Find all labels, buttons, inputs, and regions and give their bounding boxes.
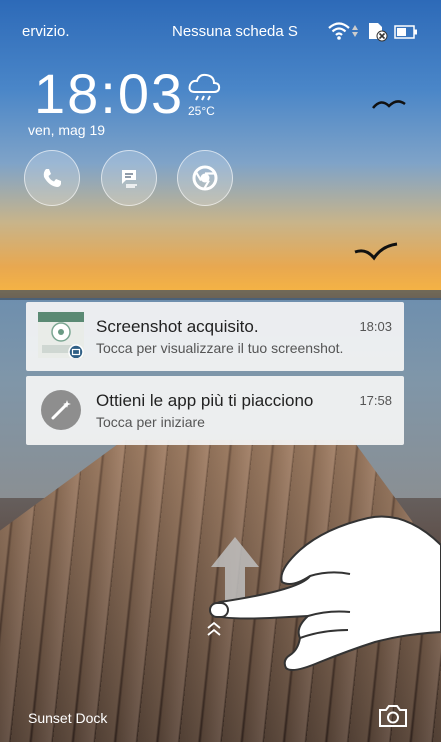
bird-icon [372,100,406,109]
carrier-label: ervizio. [22,23,70,40]
notification-title: Screenshot acquisito. [96,317,259,336]
bird-icon [354,242,398,261]
status-bar: ervizio. Nessuna scheda S [0,0,441,42]
carrier-status: Nessuna scheda S [172,23,298,40]
cloud-rain-icon [188,73,221,101]
screenshot-thumbnail [38,312,84,358]
chrome-icon [192,165,218,191]
notification-time: 18:03 [359,319,392,334]
signal-activity-icon [352,25,358,37]
phone-shortcut[interactable] [24,150,80,206]
lock-date: ven, mag 19 [28,122,106,138]
weather-temperature: 25°C [188,104,215,118]
phone-icon [43,169,61,187]
battery-icon [394,25,417,39]
camera-icon[interactable] [378,704,408,728]
magic-wand-icon [41,390,81,430]
notification-time: 17:58 [359,393,392,408]
notification-text: Tocca per iniziare [96,414,205,430]
lock-clock: 18:03 [34,62,185,125]
notification-text: Tocca per visualizzare il tuo screenshot… [96,340,344,356]
gesture-hand-icon [209,515,441,671]
chrome-shortcut[interactable] [177,150,233,206]
wifi-icon [328,22,350,40]
messages-icon [122,170,137,188]
wallpaper-name: Sunset Dock [28,710,108,726]
notification-apps[interactable]: Ottieni le app più ti piacciono 17:58 To… [26,376,404,445]
wallpaper-horizon [0,290,441,300]
notification-screenshot[interactable]: Screenshot acquisito. 18:03 Tocca per vi… [26,302,404,371]
lock-screen[interactable]: ervizio. Nessuna scheda S 18:03 ven, mag… [0,0,441,742]
sim-missing-icon [369,23,388,42]
messages-shortcut[interactable] [101,150,157,206]
notification-title: Ottieni le app più ti piacciono [96,391,314,410]
